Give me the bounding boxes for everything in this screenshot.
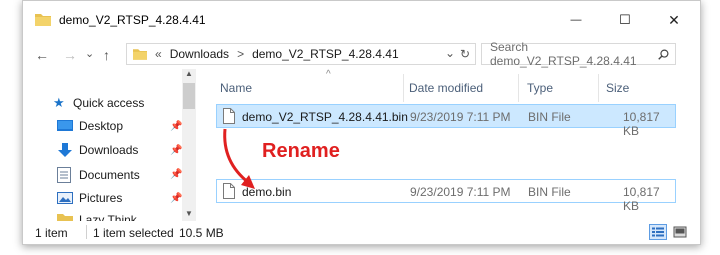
sidebar-item-label: Documents xyxy=(79,168,140,182)
file-type: BIN File xyxy=(528,110,571,124)
column-divider[interactable] xyxy=(598,74,599,102)
sidebar-item-label: Desktop xyxy=(79,119,124,133)
search-placeholder: Search demo_V2_RTSP_4.28.4.41 xyxy=(490,40,637,68)
scroll-up-icon[interactable]: ▲ xyxy=(185,69,193,78)
breadcrumb-separator[interactable]: > xyxy=(237,47,244,61)
desktop-icon xyxy=(57,120,73,131)
navigation-pane: ★ Quick access Desktop 📌 Downloads 📌 Doc… xyxy=(23,69,198,221)
file-row-selected[interactable]: demo_V2_RTSP_4.28.4.41.bin 9/23/2019 7:1… xyxy=(216,104,676,138)
pin-icon: 📌 xyxy=(170,145,183,156)
sidebar-item-quick-access[interactable]: ★ Quick access xyxy=(53,95,144,111)
sidebar-item-documents[interactable]: Documents xyxy=(57,167,140,183)
column-header-type[interactable]: Type xyxy=(527,81,553,95)
maximize-button[interactable]: ☐ xyxy=(610,9,640,31)
navigation-scrollbar[interactable]: ▲ ▼ xyxy=(182,69,196,221)
refresh-button[interactable]: ↻ xyxy=(460,47,470,61)
documents-icon xyxy=(57,167,71,183)
explorer-window: demo_V2_RTSP_4.28.4.41 — ☐ ✕ ← → ⌄ ↑ « D… xyxy=(22,0,701,245)
address-bar[interactable]: « Downloads > demo_V2_RTSP_4.28.4.41 ⌄ ↻ xyxy=(126,43,476,65)
column-header-size[interactable]: Size xyxy=(606,81,629,95)
content-area: ★ Quick access Desktop 📌 Downloads 📌 Doc… xyxy=(23,69,700,221)
pin-icon: 📌 xyxy=(170,169,183,180)
file-name: demo_V2_RTSP_4.28.4.41.bin xyxy=(242,110,408,124)
breadcrumb-item-current[interactable]: demo_V2_RTSP_4.28.4.41 xyxy=(252,47,399,61)
folder-icon xyxy=(57,214,73,221)
up-button[interactable]: ↑ xyxy=(103,47,110,63)
status-bar: 1 item 1 item selected 10.5 MB xyxy=(23,221,700,245)
recent-locations-button[interactable]: ⌄ xyxy=(85,47,94,60)
navigation-bar: ← → ⌄ ↑ « Downloads > demo_V2_RTSP_4.28.… xyxy=(23,39,700,69)
download-icon xyxy=(58,143,72,157)
star-icon: ★ xyxy=(53,95,65,110)
file-size: 10,817 KB xyxy=(623,110,660,138)
sidebar-item-label: Pictures xyxy=(79,191,123,205)
back-button[interactable]: ← xyxy=(35,47,49,63)
status-item-count: 1 item xyxy=(35,226,68,240)
sidebar-item-desktop[interactable]: Desktop xyxy=(57,119,123,133)
file-type: BIN File xyxy=(528,185,571,199)
maximize-icon: ☐ xyxy=(619,12,631,27)
column-header-date[interactable]: Date modified xyxy=(409,81,483,95)
scrollbar-thumb[interactable] xyxy=(183,83,195,109)
window-title: demo_V2_RTSP_4.28.4.41 xyxy=(59,13,206,27)
title-bar: demo_V2_RTSP_4.28.4.41 — ☐ ✕ xyxy=(23,1,700,39)
file-size: 10,817 KB xyxy=(623,185,660,213)
sidebar-item-label: Quick access xyxy=(73,96,145,110)
file-date: 9/23/2019 7:11 PM xyxy=(410,185,511,199)
sidebar-item-label: Downloads xyxy=(79,143,139,157)
scroll-down-icon[interactable]: ▼ xyxy=(185,209,193,218)
status-size: 10.5 MB xyxy=(179,226,224,240)
sidebar-item-pictures[interactable]: Pictures xyxy=(57,191,122,205)
sidebar-item-label: Lazy Think xyxy=(79,213,137,221)
minimize-icon: — xyxy=(570,14,582,26)
folder-icon xyxy=(133,49,147,60)
status-divider xyxy=(86,225,87,239)
forward-button[interactable]: → xyxy=(63,47,77,63)
details-view-button[interactable] xyxy=(649,224,667,240)
file-row-renamed[interactable]: demo.bin 9/23/2019 7:11 PM BIN File 10,8… xyxy=(216,179,676,213)
details-view-icon xyxy=(652,227,664,237)
minimize-button[interactable]: — xyxy=(561,9,591,31)
column-divider[interactable] xyxy=(518,74,519,102)
close-button[interactable]: ✕ xyxy=(659,9,689,31)
file-icon xyxy=(223,108,235,124)
sort-indicator-icon: ^ xyxy=(326,69,331,80)
rename-annotation: Rename xyxy=(262,140,340,162)
sidebar-item-downloads[interactable]: Downloads xyxy=(57,143,138,157)
pictures-icon xyxy=(57,192,73,204)
search-icon xyxy=(658,49,669,60)
sidebar-item-lazy-think[interactable]: Lazy Think xyxy=(57,213,137,221)
column-header-name[interactable]: Name xyxy=(220,81,252,95)
address-dropdown-button[interactable]: ⌄ xyxy=(445,46,455,60)
breadcrumb-item-downloads[interactable]: Downloads xyxy=(170,47,229,61)
file-date: 9/23/2019 7:11 PM xyxy=(410,110,511,124)
large-icons-view-button[interactable] xyxy=(671,224,689,240)
pin-icon: 📌 xyxy=(170,121,183,132)
large-icons-view-icon xyxy=(673,226,687,238)
folder-icon xyxy=(35,14,51,26)
close-icon: ✕ xyxy=(668,11,680,28)
column-divider[interactable] xyxy=(403,74,404,102)
pin-icon: 📌 xyxy=(170,193,183,204)
search-box[interactable]: Search demo_V2_RTSP_4.28.4.41 xyxy=(481,40,676,68)
breadcrumb-overflow[interactable]: « xyxy=(155,47,162,61)
status-selected: 1 item selected xyxy=(93,226,174,240)
